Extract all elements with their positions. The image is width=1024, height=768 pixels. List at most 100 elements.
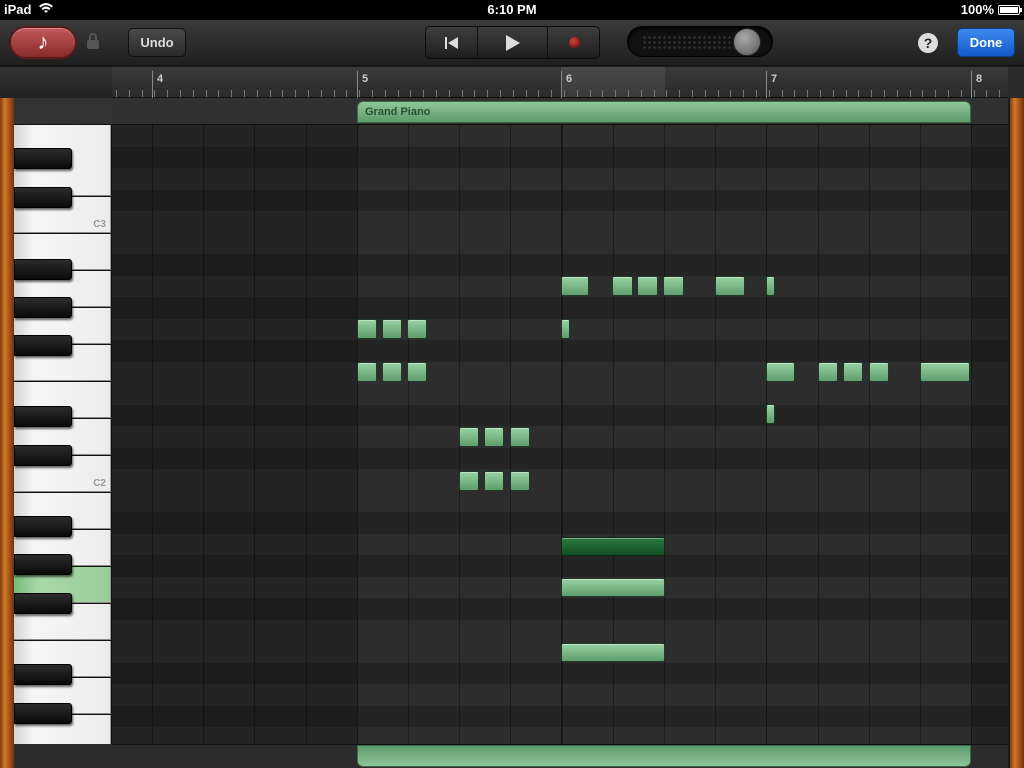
- midi-note[interactable]: [484, 427, 504, 447]
- midi-note[interactable]: [510, 471, 530, 491]
- grid-footer: [112, 744, 1008, 768]
- record-icon: [568, 37, 580, 48]
- instrument-button[interactable]: ♪: [9, 26, 77, 59]
- ruler-tick: [628, 90, 629, 97]
- ruler-tick: [705, 90, 706, 97]
- beat-line: [203, 98, 204, 744]
- bar-line: [971, 98, 972, 744]
- ruler-tick: [948, 90, 949, 97]
- beat-line: [920, 98, 921, 744]
- midi-note[interactable]: [869, 362, 889, 382]
- ruler-tick: [577, 90, 578, 97]
- ruler-tick: [884, 90, 885, 97]
- midi-note[interactable]: [663, 276, 684, 296]
- ruler-bar-number: 4: [157, 73, 164, 85]
- ruler-tick: [986, 90, 987, 97]
- ruler-tick: [679, 90, 680, 97]
- midi-note[interactable]: [715, 276, 745, 296]
- ruler-bar-line: [152, 71, 153, 98]
- ruler-tick: [372, 90, 373, 97]
- ruler-tick: [334, 90, 335, 97]
- midi-note[interactable]: [766, 362, 795, 382]
- timeline-ruler[interactable]: 4 5 6 7 8: [112, 67, 1008, 98]
- midi-note[interactable]: [459, 427, 479, 447]
- volume-slider[interactable]: [627, 26, 773, 57]
- ruler-tick: [666, 90, 667, 97]
- battery-percentage: 100%: [960, 2, 994, 17]
- ruler-tick: [794, 90, 795, 97]
- midi-note[interactable]: [484, 471, 504, 491]
- piano-black-key[interactable]: [14, 445, 72, 466]
- midi-note[interactable]: [357, 362, 377, 382]
- midi-note[interactable]: [561, 643, 665, 662]
- piano-black-key[interactable]: [14, 187, 72, 208]
- ruler-tick: [449, 90, 450, 97]
- ruler-tick: [436, 90, 437, 97]
- volume-knob[interactable]: [733, 28, 761, 56]
- toolbar: ♪ Undo ? Done: [0, 20, 1024, 66]
- midi-note[interactable]: [920, 362, 970, 382]
- piano-black-key[interactable]: [14, 703, 72, 724]
- beat-line: [818, 98, 819, 744]
- play-button[interactable]: [478, 27, 548, 58]
- midi-note[interactable]: [818, 362, 838, 382]
- undo-button[interactable]: Undo: [128, 28, 186, 57]
- piano-black-key[interactable]: [14, 259, 72, 280]
- ruler-tick: [385, 90, 386, 97]
- beat-line: [306, 98, 307, 744]
- record-button[interactable]: [548, 27, 600, 58]
- midi-note[interactable]: [766, 404, 775, 424]
- rewind-button[interactable]: [426, 27, 478, 58]
- ruler-tick: [346, 90, 347, 97]
- done-button[interactable]: Done: [957, 28, 1015, 57]
- lock-icon[interactable]: [87, 33, 99, 49]
- ruler-end: [1008, 67, 1024, 98]
- midi-note[interactable]: [637, 276, 658, 296]
- midi-note[interactable]: [561, 578, 665, 597]
- midi-note[interactable]: [459, 471, 479, 491]
- midi-note[interactable]: [561, 276, 589, 296]
- piano-black-key[interactable]: [14, 554, 72, 575]
- bar-line: [152, 98, 153, 744]
- ruler-tick: [615, 90, 616, 97]
- piano-black-key[interactable]: [14, 148, 72, 169]
- piano-roll-grid[interactable]: Grand Piano: [112, 98, 1008, 744]
- ruler-tick: [257, 90, 258, 97]
- ruler-bar-line: [357, 71, 358, 98]
- ruler-tick: [474, 90, 475, 97]
- midi-note[interactable]: [407, 362, 427, 382]
- piano-black-key[interactable]: [14, 335, 72, 356]
- outside-region-shade: [971, 98, 1008, 744]
- midi-note-selected[interactable]: [561, 537, 665, 556]
- piano-black-key[interactable]: [14, 406, 72, 427]
- region-header[interactable]: Grand Piano: [357, 101, 971, 123]
- piano-black-key[interactable]: [14, 593, 72, 614]
- ruler-bar-number: 7: [771, 73, 778, 85]
- ruler-tick: [641, 90, 642, 97]
- ruler-bar-line: [766, 71, 767, 98]
- ruler-tick: [730, 90, 731, 97]
- ruler-tick: [692, 90, 693, 97]
- midi-note[interactable]: [766, 276, 775, 296]
- piano-keyboard[interactable]: C3C2C1: [14, 98, 112, 744]
- ruler-tick: [538, 90, 539, 97]
- midi-note[interactable]: [510, 427, 530, 447]
- piano-black-key[interactable]: [14, 297, 72, 318]
- ruler-tick: [129, 90, 130, 97]
- region-footer[interactable]: [357, 745, 971, 767]
- ruler-tick: [935, 90, 936, 97]
- midi-note[interactable]: [561, 319, 570, 339]
- midi-note[interactable]: [407, 319, 427, 339]
- piano-black-key[interactable]: [14, 516, 72, 537]
- help-button[interactable]: ?: [918, 33, 938, 53]
- keyboard-footer: [14, 744, 112, 768]
- midi-note[interactable]: [382, 362, 402, 382]
- beat-line: [459, 98, 460, 744]
- midi-note[interactable]: [357, 319, 377, 339]
- midi-note[interactable]: [382, 319, 402, 339]
- beat-line: [408, 98, 409, 744]
- piano-black-key[interactable]: [14, 664, 72, 685]
- ruler-tick: [846, 90, 847, 97]
- midi-note[interactable]: [843, 362, 863, 382]
- midi-note[interactable]: [612, 276, 633, 296]
